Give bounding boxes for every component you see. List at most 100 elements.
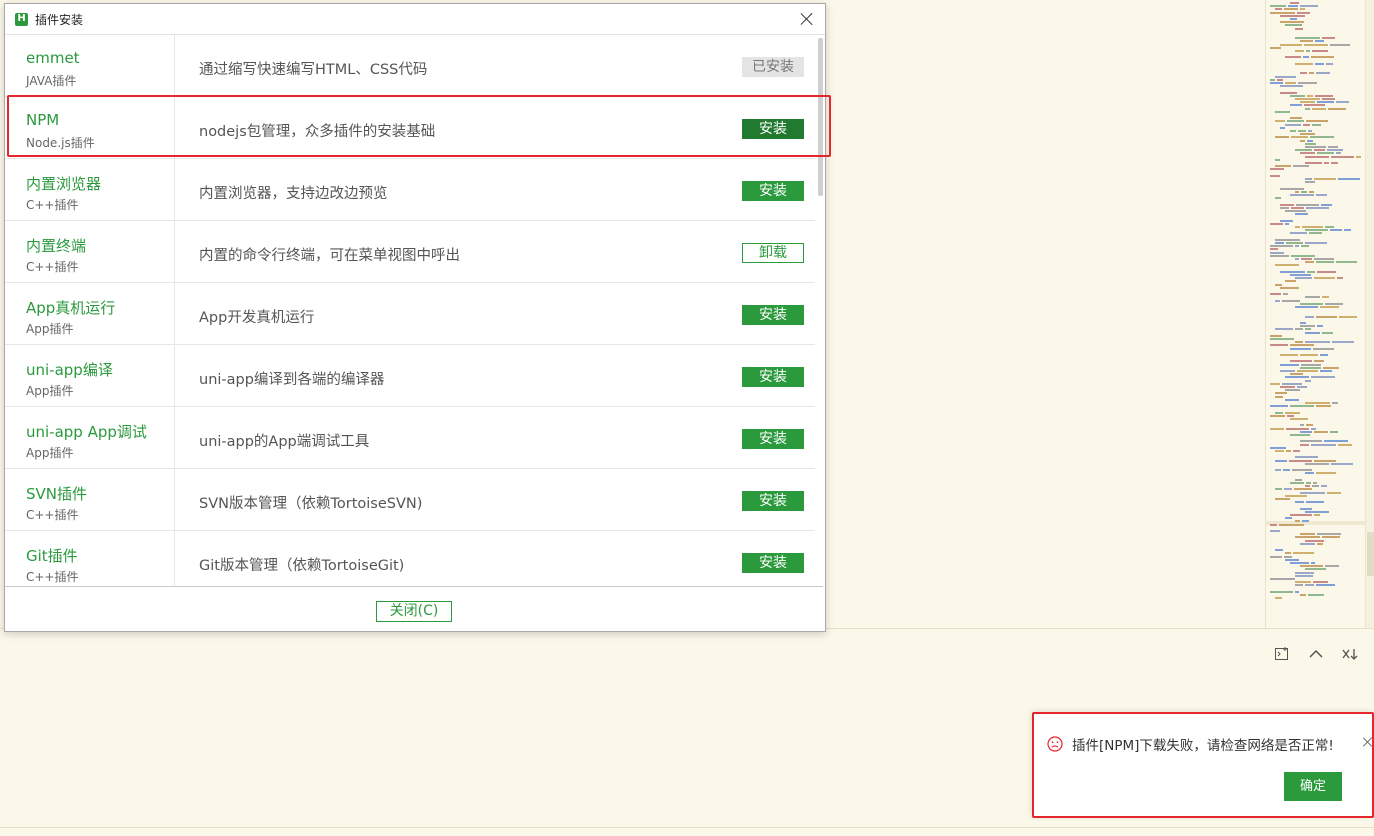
uninstall-button[interactable]: 卸载 xyxy=(742,243,804,263)
plugin-name: uni-app App调试 xyxy=(26,423,147,441)
hbuilder-logo-icon: H xyxy=(15,12,28,26)
minimap-code-line xyxy=(1302,226,1323,228)
minimap-code-line xyxy=(1280,286,1299,289)
install-button[interactable]: 安装 xyxy=(742,181,804,201)
install-button[interactable]: 安装 xyxy=(742,119,804,139)
install-button[interactable]: 安装 xyxy=(742,429,804,449)
minimap-code-line xyxy=(1305,485,1310,488)
minimap-code-line xyxy=(1279,523,1304,526)
plugin-description: nodejs包管理，众多插件的安装基础 xyxy=(199,124,436,140)
minimap-code-line xyxy=(1275,120,1285,123)
minimap-code-line xyxy=(1313,482,1317,484)
install-button[interactable]: 安装 xyxy=(742,491,804,511)
install-button[interactable]: 安装 xyxy=(742,305,804,325)
minimap-code-line xyxy=(1297,11,1310,14)
minimap-code-line xyxy=(1313,581,1328,584)
minimap-code-line xyxy=(1301,245,1309,248)
minimap-code-line xyxy=(1280,354,1298,356)
minimap-code-line xyxy=(1344,229,1351,232)
plugin-list-scrollbar-thumb[interactable] xyxy=(818,38,823,196)
minimap-code-line xyxy=(1356,155,1361,158)
minimap-code-line xyxy=(1285,56,1301,59)
plugin-row[interactable]: App真机运行 App插件 App开发真机运行 安装 xyxy=(5,283,815,345)
minimap-code-line xyxy=(1308,594,1324,596)
plugin-name: uni-app编译 xyxy=(26,361,113,379)
minimap-code-line xyxy=(1270,334,1282,337)
minimap-code-line xyxy=(1305,229,1328,232)
plugin-type: C++插件 xyxy=(26,570,79,584)
minimap-code-line xyxy=(1270,344,1288,347)
minimap-code-line xyxy=(1275,283,1282,286)
plugin-description: App开发真机运行 xyxy=(199,310,315,326)
plugin-list[interactable]: emmet JAVA插件 通过缩写快速编写HTML、CSS代码 已安装 NPM Node.… xyxy=(5,35,815,586)
plugin-row[interactable]: SVN插件 C++插件 SVN版本管理（依赖TortoiseSVN) 安装 xyxy=(5,469,815,531)
minimap-code-line xyxy=(1295,501,1304,504)
minimap-code-line xyxy=(1304,43,1328,46)
minimap-code-line xyxy=(1288,5,1298,8)
plugin-row[interactable]: uni-app编译 App插件 uni-app编译到各端的编译器 安装 xyxy=(5,345,815,407)
plugin-row[interactable]: 内置终端 C++插件 内置的命令行终端，可在菜单视图中呼出 卸载 xyxy=(5,221,815,283)
plugin-name-cell: 内置终端 C++插件 xyxy=(5,221,175,282)
install-button[interactable]: 安装 xyxy=(742,367,804,387)
minimap-code-line xyxy=(1305,472,1314,475)
editor-scrollbar-thumb[interactable] xyxy=(1367,532,1374,576)
plugin-type: App插件 xyxy=(26,384,74,398)
minimap-code-line xyxy=(1285,389,1300,392)
minimap-code-line xyxy=(1325,226,1334,228)
sad-face-icon xyxy=(1047,736,1063,752)
plugin-row[interactable]: emmet JAVA插件 通过缩写快速编写HTML、CSS代码 已安装 xyxy=(5,35,815,97)
close-button[interactable]: 关闭(C) xyxy=(376,601,452,622)
code-minimap[interactable] xyxy=(1265,0,1366,628)
plugin-row[interactable]: NPM Node.js插件 nodejs包管理，众多插件的安装基础 安装 xyxy=(5,97,815,159)
minimap-code-line xyxy=(1280,370,1295,372)
minimap-code-line xyxy=(1338,443,1352,446)
clear-icon[interactable] xyxy=(1340,645,1360,663)
minimap-code-line xyxy=(1316,584,1335,587)
plugin-name-cell: 内置浏览器 C++插件 xyxy=(5,159,175,220)
minimap-code-line xyxy=(1300,440,1322,443)
minimap-code-line xyxy=(1286,242,1303,244)
editor-scrollbar[interactable] xyxy=(1365,0,1374,628)
minimap-code-line xyxy=(1295,245,1299,248)
dialog-footer: 关闭(C) xyxy=(5,586,823,631)
confirm-button[interactable]: 确定 xyxy=(1284,772,1342,801)
minimap-code-line xyxy=(1295,328,1303,331)
minimap-code-line xyxy=(1312,485,1319,488)
new-terminal-icon[interactable] xyxy=(1272,645,1292,663)
minimap-code-line xyxy=(1275,395,1283,398)
minimap-code-line xyxy=(1317,325,1323,328)
minimap-code-line xyxy=(1301,363,1321,366)
minimap-code-line xyxy=(1280,126,1285,129)
minimap-code-line xyxy=(1309,72,1314,75)
minimap-code-line xyxy=(1300,133,1315,136)
close-icon[interactable] xyxy=(1362,737,1372,747)
minimap-code-line xyxy=(1301,258,1312,260)
minimap-code-line xyxy=(1275,264,1299,267)
minimap-code-line xyxy=(1298,130,1306,132)
install-button[interactable]: 安装 xyxy=(742,553,804,573)
minimap-code-line xyxy=(1285,210,1306,212)
minimap-code-line xyxy=(1285,280,1296,283)
plugin-row[interactable]: uni-app App调试 App插件 uni-app的App端调试工具 安装 xyxy=(5,407,815,469)
minimap-code-line xyxy=(1290,274,1311,276)
plugin-description: SVN版本管理（依赖TortoiseSVN) xyxy=(199,496,423,512)
plugin-list-scrollbar[interactable] xyxy=(818,38,823,590)
minimap-code-line xyxy=(1292,469,1312,472)
dialog-title-bar[interactable]: H 插件安装 xyxy=(5,4,825,35)
minimap-code-line xyxy=(1290,373,1303,376)
close-icon[interactable] xyxy=(799,11,815,27)
minimap-code-line xyxy=(1300,5,1318,8)
minimap-code-line xyxy=(1285,494,1307,497)
minimap-code-line xyxy=(1326,62,1333,65)
minimap-code-line xyxy=(1337,277,1343,280)
minimap-code-line xyxy=(1275,299,1280,302)
plugin-description: uni-app的App端调试工具 xyxy=(199,434,370,450)
minimap-code-line xyxy=(1305,402,1330,404)
plugin-type: JAVA插件 xyxy=(26,74,77,88)
minimap-code-line xyxy=(1275,488,1282,491)
minimap-code-line xyxy=(1308,130,1312,132)
plugin-row[interactable]: Git插件 C++插件 Git版本管理（依赖TortoiseGit) 安装 xyxy=(5,531,815,586)
chevron-up-icon[interactable] xyxy=(1306,645,1326,663)
minimap-code-line xyxy=(1327,149,1343,152)
plugin-row[interactable]: 内置浏览器 C++插件 内置浏览器，支持边改边预览 安装 xyxy=(5,159,815,221)
